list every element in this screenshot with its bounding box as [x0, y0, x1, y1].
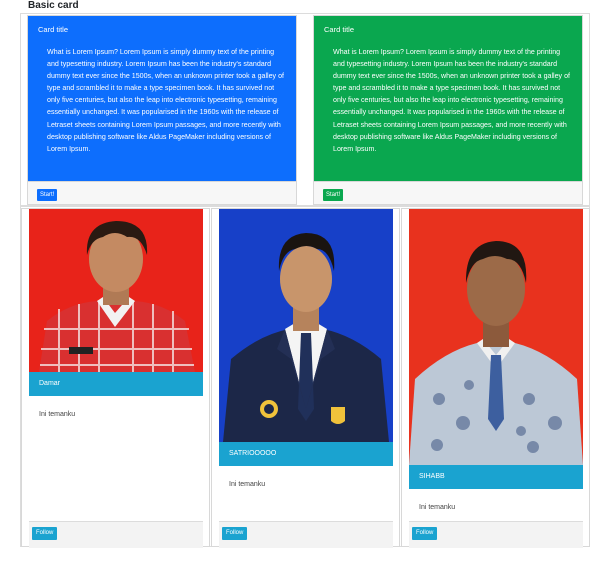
card-footer: Follow	[29, 521, 203, 548]
card-name: SATRIOOOOO	[219, 442, 393, 466]
text-card-blue: Card title What is Lorem Ipsum? Lorem Ip…	[27, 15, 297, 205]
photo-card-sihabb: SIHABB Ini temanku Follow	[401, 208, 590, 548]
card-footer: Follow	[219, 521, 393, 548]
card-title: Card title	[324, 25, 355, 34]
card-text: Ini temanku	[39, 411, 76, 418]
page-heading: Basic card	[28, 0, 79, 11]
card-name: Damar	[29, 372, 203, 396]
card-text: Ini temanku	[229, 481, 266, 488]
profile-photo	[409, 209, 583, 465]
follow-button[interactable]: Follow	[412, 527, 438, 540]
card-body: Card title What is Lorem Ipsum? Lorem Ip…	[314, 16, 582, 181]
card-footer: Start!	[314, 181, 582, 204]
card-title: Card title	[38, 25, 69, 34]
profile-photo	[219, 209, 393, 442]
follow-button[interactable]: Follow	[222, 527, 248, 540]
text-card-group: Card title What is Lorem Ipsum? Lorem Ip…	[20, 13, 590, 206]
card-footer: Start!	[28, 181, 296, 204]
text-card-green: Card title What is Lorem Ipsum? Lorem Ip…	[313, 15, 583, 205]
card-text: What is Lorem Ipsum? Lorem Ipsum is simp…	[333, 48, 570, 153]
card-name: SIHABB	[409, 465, 583, 489]
start-button[interactable]: Start!	[37, 189, 58, 201]
card-body: Card title What is Lorem Ipsum? Lorem Ip…	[28, 16, 296, 181]
profile-photo	[29, 209, 203, 372]
photo-card-damar: Damar Ini temanku Follow	[21, 208, 210, 548]
card-text: Ini temanku	[419, 504, 456, 511]
photo-card-group: Damar Ini temanku Follow SATRIOOOOO Ini …	[20, 206, 590, 548]
card-text: What is Lorem Ipsum? Lorem Ipsum is simp…	[47, 48, 284, 153]
card-footer: Follow	[409, 521, 583, 548]
photo-card-satrio: SATRIOOOOO Ini temanku Follow	[211, 208, 400, 548]
start-button[interactable]: Start!	[323, 189, 344, 201]
follow-button[interactable]: Follow	[32, 527, 58, 540]
